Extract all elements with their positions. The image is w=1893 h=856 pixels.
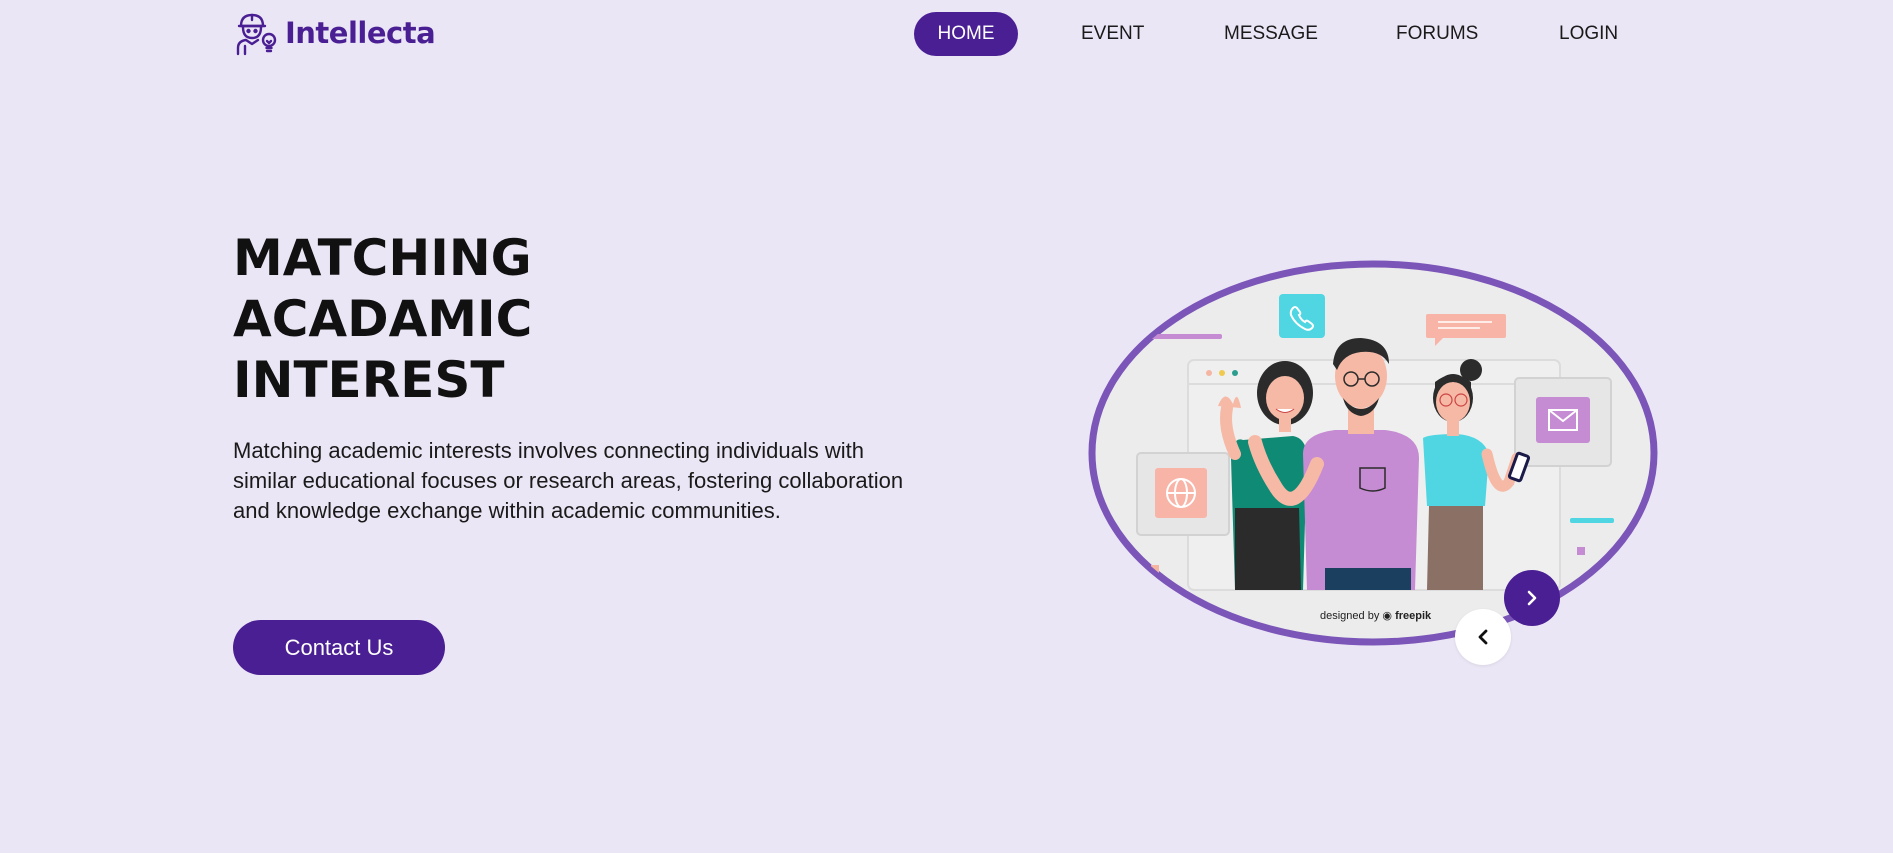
chevron-left-icon (1478, 629, 1488, 645)
page-background: Intellecta HOME EVENT MESSAGE FORUMS LOG… (0, 0, 1893, 853)
hero-illustration (1088, 260, 1658, 646)
credit-brand: freepik (1395, 610, 1432, 622)
brand-name: Intellecta (285, 16, 436, 50)
nav-event[interactable]: EVENT (1081, 12, 1144, 56)
hero-title-line: ACADAMIC (233, 290, 533, 348)
slider-prev-button[interactable] (1455, 609, 1511, 665)
brand-logo[interactable]: Intellecta (233, 10, 436, 56)
nav-message[interactable]: MESSAGE (1224, 12, 1318, 56)
hero-title: MATCHING ACADAMIC INTEREST (233, 228, 532, 411)
nav-login[interactable]: LOGIN (1559, 12, 1618, 56)
hero-title-line: INTEREST (233, 351, 505, 409)
credit-prefix: designed by (1320, 610, 1380, 622)
slider-next-button[interactable] (1504, 570, 1560, 626)
hero-title-line: MATCHING (233, 229, 532, 287)
worker-lightbulb-icon (236, 13, 277, 56)
hero-description: Matching academic interests involves con… (233, 438, 904, 523)
illustration-credit: designed by ◉ freepik (1320, 609, 1431, 622)
freepik-logo-icon: ◉ (1382, 610, 1392, 622)
chevron-right-icon (1527, 590, 1537, 606)
nav-forums[interactable]: FORUMS (1396, 12, 1478, 56)
nav-home[interactable]: HOME (914, 12, 1018, 56)
contact-us-button[interactable]: Contact Us (233, 620, 445, 675)
